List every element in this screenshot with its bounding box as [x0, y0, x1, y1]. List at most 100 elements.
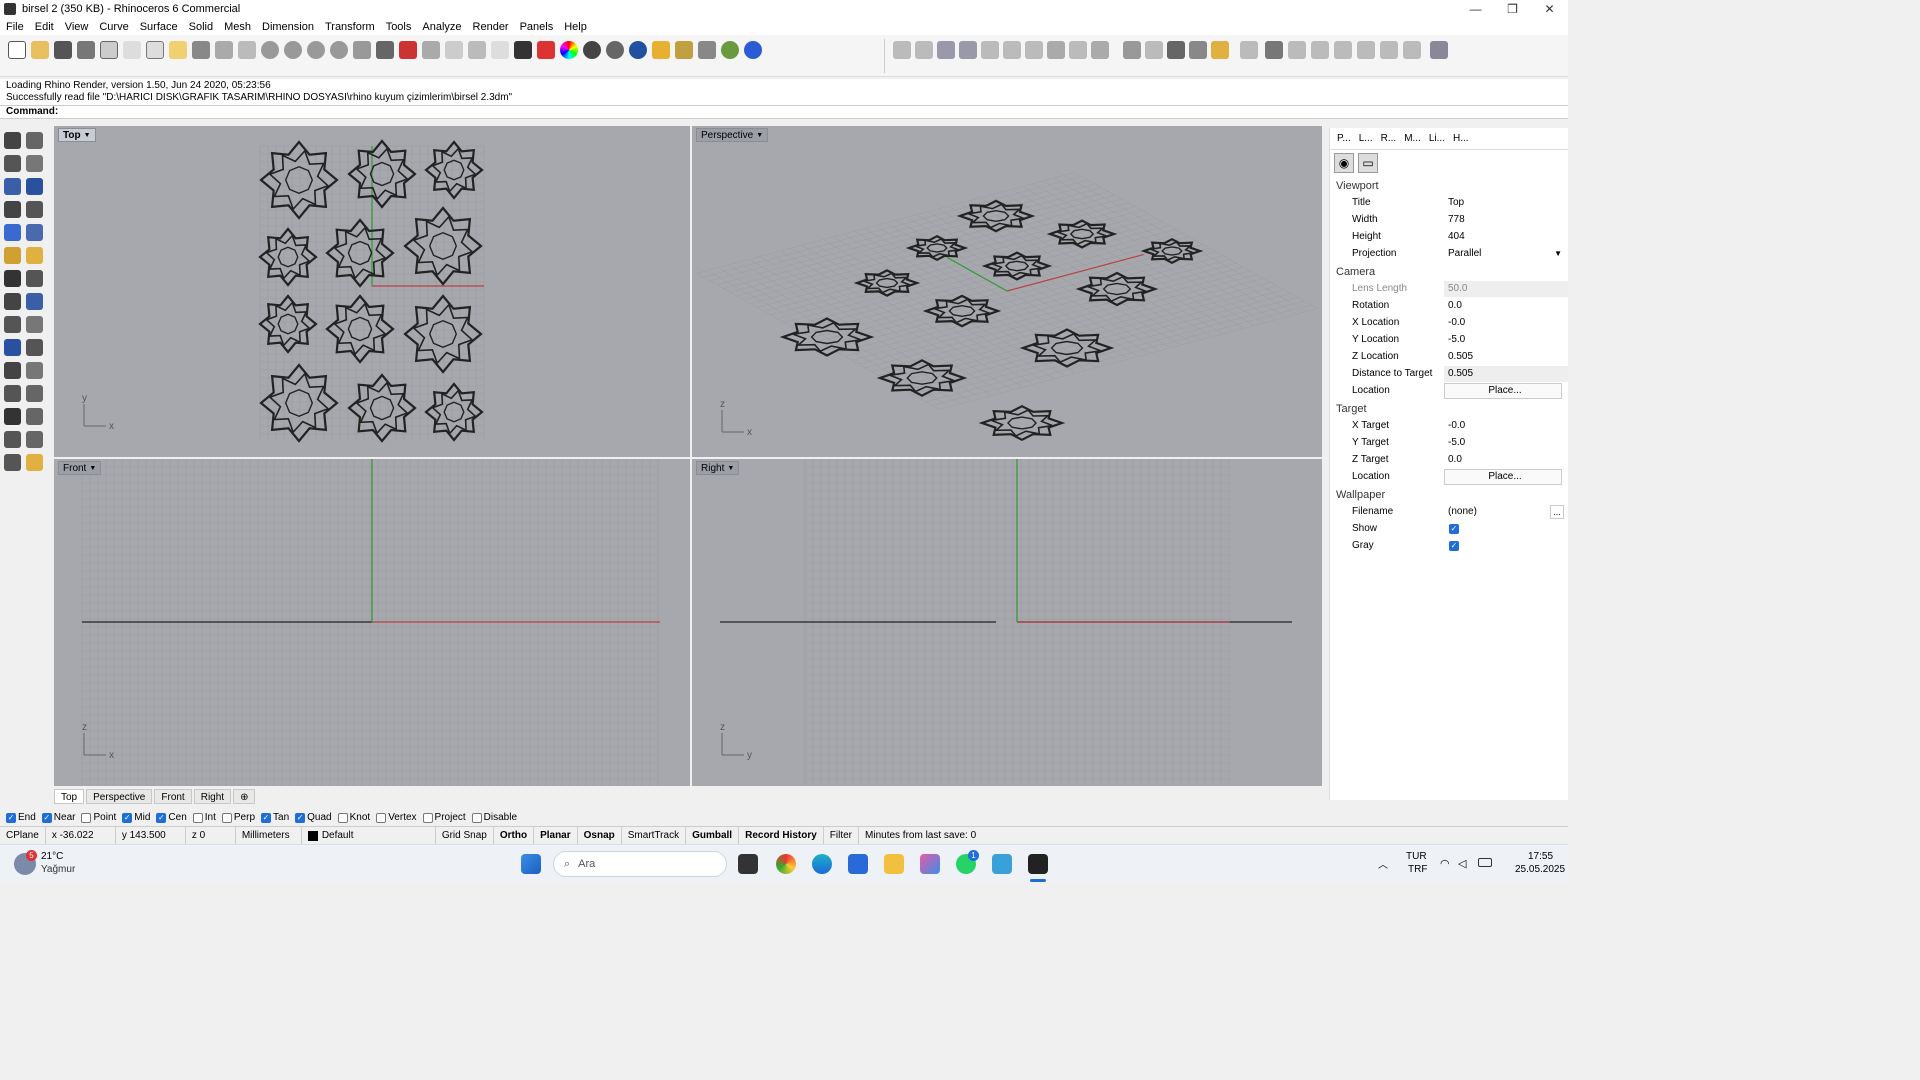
paste-icon[interactable]: [169, 41, 187, 59]
transform-tool-11-icon[interactable]: [1123, 41, 1141, 59]
menu-edit[interactable]: Edit: [35, 21, 54, 33]
viewport-title-top[interactable]: Top ▼: [58, 128, 96, 142]
wallpaper-filename-field[interactable]: (none)...: [1444, 503, 1568, 520]
minimize-button[interactable]: —: [1457, 0, 1494, 18]
mirror-tool-icon[interactable]: [1380, 41, 1398, 59]
open-folder-icon[interactable]: [31, 41, 49, 59]
block-icon[interactable]: [1189, 41, 1207, 59]
tool-icon[interactable]: [4, 224, 21, 241]
distance-field[interactable]: 0.505: [1444, 365, 1568, 382]
layer-icon[interactable]: [537, 41, 555, 59]
osnap-int[interactable]: Int: [192, 812, 216, 823]
taper-tool-icon[interactable]: [1334, 41, 1352, 59]
osnap-vertex[interactable]: Vertex: [376, 812, 417, 823]
tool-icon[interactable]: [26, 201, 43, 218]
checkbox[interactable]: [471, 812, 482, 823]
camera-place-button[interactable]: Place...: [1444, 382, 1562, 399]
clock-time[interactable]: 17:55: [1528, 851, 1553, 862]
undo-view-icon[interactable]: [353, 41, 371, 59]
tool-icon[interactable]: [4, 316, 21, 333]
osnap-knot[interactable]: Knot: [337, 812, 370, 823]
array-tool-icon[interactable]: [1403, 41, 1421, 59]
shaded-sphere-icon[interactable]: [583, 41, 601, 59]
z-target-field[interactable]: 0.0: [1444, 451, 1568, 468]
viewport-title-front[interactable]: Front ▼: [58, 461, 102, 475]
wifi-icon[interactable]: ◠: [1440, 857, 1450, 870]
tool-icon[interactable]: [4, 362, 21, 379]
tool-icon[interactable]: [4, 247, 21, 264]
transform-tool-3-icon[interactable]: [937, 41, 955, 59]
tab-layers[interactable]: L...: [1356, 133, 1376, 144]
menu-mesh[interactable]: Mesh: [224, 21, 251, 33]
checkbox[interactable]: ✓: [122, 812, 133, 823]
tool-icon[interactable]: [4, 431, 21, 448]
volume-icon[interactable]: ◁: [1458, 857, 1466, 870]
edge-icon[interactable]: [812, 854, 832, 874]
app-icon[interactable]: [992, 854, 1012, 874]
tool-icon[interactable]: [26, 155, 43, 172]
tool-icon[interactable]: [26, 224, 43, 241]
checkbox[interactable]: ✓: [6, 812, 16, 823]
zoom-icon[interactable]: [261, 41, 279, 59]
zoom-window-icon[interactable]: [284, 41, 302, 59]
checkbox[interactable]: [376, 812, 387, 823]
print-icon[interactable]: [77, 41, 95, 59]
tool-icon[interactable]: [26, 178, 43, 195]
chrome-icon[interactable]: [776, 854, 796, 874]
tool-icon[interactable]: [4, 132, 21, 149]
tool-icon[interactable]: [4, 270, 21, 287]
menu-help[interactable]: Help: [564, 21, 587, 33]
tab-top[interactable]: Top: [54, 788, 85, 804]
menu-panels[interactable]: Panels: [520, 21, 554, 33]
y-target-field[interactable]: -5.0: [1444, 434, 1568, 451]
show-objects-icon[interactable]: [468, 41, 486, 59]
tab-help[interactable]: H...: [1450, 133, 1472, 144]
osnap-mid[interactable]: ✓ Mid: [122, 812, 150, 823]
transform-tool-8-icon[interactable]: [1047, 41, 1065, 59]
web-globe-icon[interactable]: [721, 41, 739, 59]
import-folder-icon[interactable]: [1211, 41, 1229, 59]
light-bulb-icon[interactable]: [491, 41, 509, 59]
tool-icon[interactable]: [4, 201, 21, 218]
checkbox[interactable]: [221, 812, 232, 823]
title-field[interactable]: Top: [1444, 194, 1568, 211]
store-icon[interactable]: [848, 854, 868, 874]
dimension-icon[interactable]: [698, 41, 716, 59]
extra-tool-icon[interactable]: [1430, 41, 1448, 59]
show-checkbox[interactable]: ✓: [1449, 523, 1459, 534]
x-target-field[interactable]: -0.0: [1444, 417, 1568, 434]
transform-tool-7-icon[interactable]: [1025, 41, 1043, 59]
viewport-frame-icon[interactable]: ▭: [1358, 153, 1378, 173]
filter-toggle[interactable]: Filter: [824, 826, 860, 845]
cplane-icon[interactable]: [399, 41, 417, 59]
checkbox[interactable]: [192, 812, 203, 823]
transform-tool-2-icon[interactable]: [915, 41, 933, 59]
osnap-tan[interactable]: ✓ Tan: [261, 812, 289, 823]
zoom-extents-icon[interactable]: [307, 41, 325, 59]
menu-solid[interactable]: Solid: [189, 21, 213, 33]
z-location-field[interactable]: 0.505: [1444, 348, 1568, 365]
checkbox[interactable]: [422, 812, 433, 823]
battery-icon[interactable]: [1478, 858, 1492, 867]
material-icon[interactable]: [652, 41, 670, 59]
close-button[interactable]: ✕: [1531, 0, 1568, 18]
copilot-icon[interactable]: [920, 854, 940, 874]
menu-tools[interactable]: Tools: [386, 21, 412, 33]
rendered-sphere-icon[interactable]: [606, 41, 624, 59]
tool-icon[interactable]: [4, 385, 21, 402]
layer-selector[interactable]: Default: [302, 826, 436, 845]
transform-tool-1-icon[interactable]: [893, 41, 911, 59]
help-icon[interactable]: [744, 41, 762, 59]
rotation-field[interactable]: 0.0: [1444, 297, 1568, 314]
tool-icon[interactable]: [26, 247, 43, 264]
projection-select[interactable]: Parallel ▼: [1444, 245, 1568, 262]
checkbox[interactable]: ✓: [41, 812, 52, 823]
tool-icon[interactable]: [4, 454, 21, 471]
options-gear-icon[interactable]: [675, 41, 693, 59]
x-location-field[interactable]: -0.0: [1444, 314, 1568, 331]
tab-libraries[interactable]: Li...: [1426, 133, 1448, 144]
gray-checkbox[interactable]: ✓: [1449, 540, 1459, 551]
osnap-cen[interactable]: ✓ Cen: [156, 812, 187, 823]
transform-tool-6-icon[interactable]: [1003, 41, 1021, 59]
camera-icon[interactable]: ◉: [1334, 153, 1354, 173]
